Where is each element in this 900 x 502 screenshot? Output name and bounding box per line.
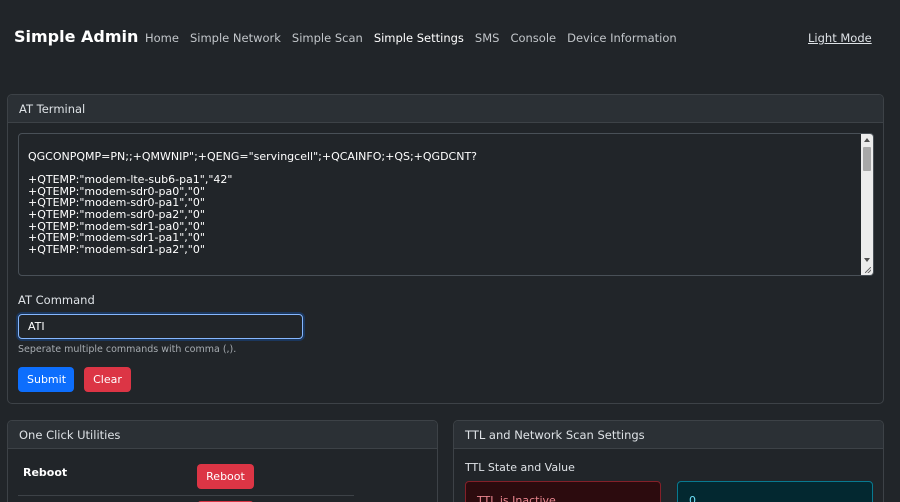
at-terminal-card: AT Terminal QGCONPQMP=PN;;+QMWNIP";+QENG… bbox=[7, 94, 884, 404]
at-terminal-header: AT Terminal bbox=[8, 95, 883, 123]
scroll-down-icon[interactable] bbox=[864, 258, 870, 262]
submit-button[interactable]: Submit bbox=[18, 367, 74, 392]
nav-link-simple-scan[interactable]: Simple Scan bbox=[292, 31, 363, 45]
reboot-button[interactable]: Reboot bbox=[197, 464, 254, 489]
scroll-up-icon[interactable] bbox=[864, 138, 870, 142]
ttl-header: TTL and Network Scan Settings bbox=[454, 421, 883, 449]
one-click-utilities-card: One Click Utilities Reboot Reboot bbox=[7, 420, 438, 502]
ttl-subheader: TTL State and Value bbox=[465, 461, 575, 474]
row-divider bbox=[18, 495, 354, 496]
brand-title[interactable]: Simple Admin bbox=[14, 27, 138, 46]
clear-button[interactable]: Clear bbox=[84, 367, 131, 392]
ttl-state-alert: TTL is Inactive bbox=[465, 481, 661, 502]
nav-link-simple-network[interactable]: Simple Network bbox=[190, 31, 281, 45]
light-mode-toggle[interactable]: Light Mode bbox=[808, 31, 872, 45]
nav-link-console[interactable]: Console bbox=[510, 31, 556, 45]
at-command-help: Seperate multiple commands with comma (,… bbox=[18, 344, 237, 355]
nav-link-simple-settings[interactable]: Simple Settings bbox=[374, 31, 464, 45]
at-terminal-text: QGCONPQMP=PN;;+QMWNIP";+QENG="servingcel… bbox=[28, 150, 478, 256]
nav-link-home[interactable]: Home bbox=[145, 31, 179, 45]
ttl-value-alert: 0 bbox=[677, 481, 873, 502]
at-terminal-output[interactable]: QGCONPQMP=PN;;+QMWNIP";+QENG="servingcel… bbox=[18, 133, 874, 276]
terminal-scrollbar[interactable] bbox=[861, 134, 873, 266]
reboot-label: Reboot bbox=[23, 466, 68, 479]
navbar: Simple Admin Home Simple Network Simple … bbox=[0, 0, 900, 76]
scroll-thumb[interactable] bbox=[863, 147, 871, 171]
nav-link-sms[interactable]: SMS bbox=[475, 31, 500, 45]
utilities-header: One Click Utilities bbox=[8, 421, 437, 449]
ttl-settings-card: TTL and Network Scan Settings TTL State … bbox=[453, 420, 884, 502]
resize-grip-icon[interactable] bbox=[861, 265, 873, 275]
nav-links: Home Simple Network Simple Scan Simple S… bbox=[145, 31, 677, 45]
at-command-input[interactable] bbox=[18, 314, 303, 339]
nav-link-device-information[interactable]: Device Information bbox=[567, 31, 677, 45]
at-command-label: AT Command bbox=[18, 293, 95, 307]
